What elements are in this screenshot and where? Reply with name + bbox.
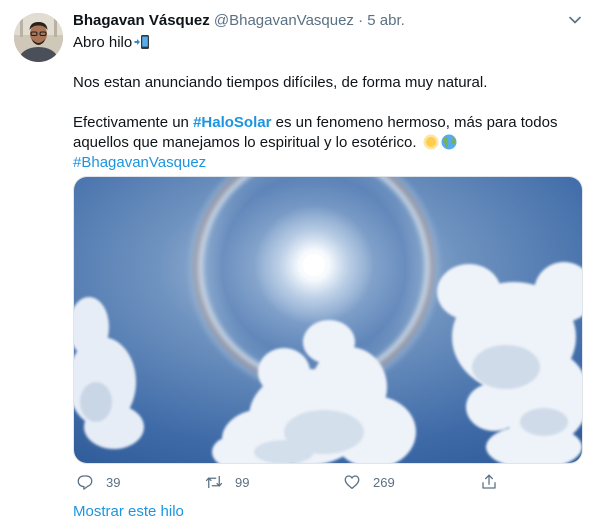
- share-button[interactable]: [480, 472, 510, 492]
- globe-americas-icon: [441, 134, 457, 150]
- tweet[interactable]: Bhagavan Vásquez @BhagavanVasquez · 5 ab…: [0, 0, 596, 531]
- reply-button[interactable]: 39: [76, 472, 120, 492]
- share-icon: [482, 474, 496, 489]
- tweet-media-photo[interactable]: [73, 176, 583, 464]
- paragraph-2-before: Efectivamente un: [73, 114, 194, 131]
- paragraph-1: Nos estan anunciando tiempos difíciles, …: [73, 74, 488, 91]
- solar-halo-photo: [74, 177, 582, 463]
- like-count: 269: [373, 474, 395, 490]
- hashtag-halosolar[interactable]: #HaloSolar: [193, 114, 271, 131]
- reply-count: 39: [106, 474, 121, 490]
- paragraph-3: #BhagavanVasquez: [73, 153, 578, 173]
- avatar[interactable]: [14, 13, 63, 62]
- tweet-actions: 39 99 269: [73, 472, 583, 492]
- hashtag-author[interactable]: #BhagavanVasquez: [73, 154, 206, 171]
- paragraph-2-after: es un fenomeno hermoso, más para todos: [271, 114, 558, 131]
- intro-text: Abro hilo: [73, 34, 133, 51]
- retweet-icon: [205, 476, 223, 488]
- chevron-down-icon[interactable]: [567, 12, 583, 28]
- reply-icon: [77, 475, 93, 490]
- tweet-text: Abro hilo Nos estan anunciando tiempos d…: [73, 33, 578, 173]
- author-handle[interactable]: @BhagavanVasquez: [214, 12, 354, 29]
- paragraph-2-line-2: aquellos que manejamos lo espiritual y l…: [73, 133, 578, 153]
- show-thread-link[interactable]: Mostrar este hilo: [73, 502, 184, 522]
- avatar-image: [14, 13, 63, 62]
- paragraph-2-line-2-text: aquellos que manejamos lo espiritual y l…: [73, 134, 417, 151]
- mobile-phone-arrow-icon: [134, 35, 150, 49]
- tweet-header: Bhagavan Vásquez @BhagavanVasquez · 5 ab…: [73, 11, 405, 31]
- sun-icon: [423, 134, 439, 150]
- heart-icon: [344, 475, 360, 490]
- retweet-button[interactable]: 99: [205, 472, 249, 492]
- retweet-count: 99: [235, 474, 250, 490]
- tweet-line-intro: Abro hilo: [73, 33, 578, 53]
- paragraph-2-line-1: Efectivamente un #HaloSolar es un fenome…: [73, 113, 578, 133]
- author-name[interactable]: Bhagavan Vásquez: [73, 12, 210, 29]
- separator-dot: ·: [358, 12, 364, 29]
- like-button[interactable]: 269: [343, 472, 395, 492]
- tweet-date[interactable]: 5 abr.: [367, 12, 405, 29]
